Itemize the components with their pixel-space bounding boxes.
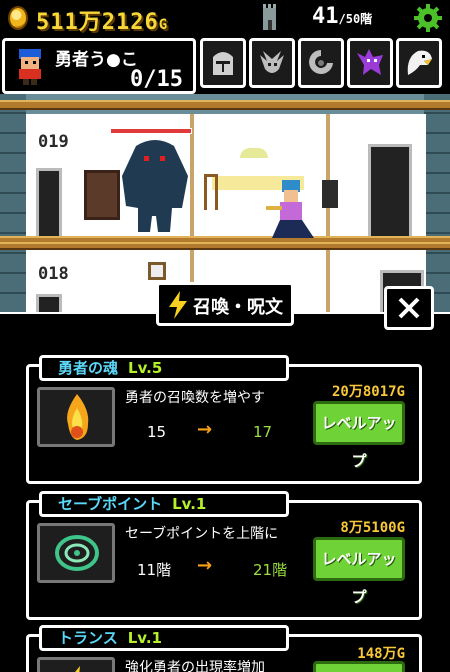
skill-cost: 148万G — [357, 646, 405, 662]
skill-card-trance: トランス Lv.1 強化勇者の出現率増加 148万G — [26, 625, 422, 672]
top-hud: 511万2126G 41/50階 — [0, 0, 450, 36]
tv-cabinet — [84, 170, 120, 220]
lightning-icon — [169, 291, 187, 319]
gold-coin-icon — [8, 6, 28, 30]
summoned-hero-sprite[interactable] — [262, 178, 320, 242]
tower-icon — [263, 4, 276, 30]
lightning-icon — [75, 666, 80, 672]
wall-clock-icon — [148, 262, 166, 280]
skill-cost: 20万8017G — [331, 384, 405, 400]
hero-avatar — [19, 49, 41, 85]
panel-title-box: 召喚・呪文 — [156, 282, 294, 326]
room-number: 018 — [38, 264, 69, 284]
skill-icon-box — [37, 657, 115, 672]
skill-title: トランス Lv.1 — [39, 625, 289, 651]
arrow-right-icon: → — [197, 419, 213, 440]
close-icon — [398, 297, 420, 319]
skill-description: セーブポイントを上階に — [125, 526, 279, 542]
stone-wall-right — [424, 94, 450, 316]
blue-ogre-monster[interactable] — [118, 136, 192, 232]
skill-cost: 8万5100G — [340, 520, 405, 536]
skill-icon-box — [37, 387, 115, 447]
skill-card-save-point: セーブポイント Lv.1 セーブポイントを上階に 11階 → 21階 8万5100… — [26, 491, 422, 620]
ceiling-beam — [0, 100, 450, 110]
hero-panel[interactable]: 勇者う●こ 0/15 — [2, 38, 196, 94]
room-number: 019 — [38, 132, 69, 152]
flame-soul-icon — [67, 394, 89, 440]
wall-post — [326, 250, 330, 316]
room-door-right — [368, 144, 412, 240]
skill-icon-box — [37, 523, 115, 583]
skill-title: 勇者の魂 Lv.5 — [39, 355, 289, 381]
panel-title: 召喚・呪文 — [193, 297, 283, 318]
skill-title: セーブポイント Lv.1 — [39, 491, 289, 517]
monster-slot-dragon[interactable] — [249, 38, 295, 88]
room-upper: 019 — [26, 114, 426, 240]
skill-next-value: 17 — [253, 423, 273, 441]
floor-beam — [0, 242, 450, 250]
level-up-button[interactable]: レベルアップ — [313, 537, 405, 606]
wolf-icon — [357, 49, 383, 75]
skill-description: 強化勇者の出現率増加 — [125, 660, 265, 672]
skill-next-value: 21階 — [253, 561, 288, 579]
monster-slot-wolf[interactable] — [347, 38, 393, 88]
arrow-right-icon: → — [197, 555, 213, 576]
dragon-icon — [260, 51, 284, 73]
eagle-icon — [407, 50, 432, 75]
skill-current-value: 11階 — [137, 561, 172, 579]
monster-slot-serpent[interactable] — [298, 38, 344, 88]
monster-slot-knight[interactable] — [200, 38, 246, 88]
serpent-icon — [309, 50, 333, 74]
ceiling-lamp-icon — [240, 148, 268, 158]
hero-name: 勇者う●こ — [55, 50, 138, 70]
skill-card-hero-soul: 勇者の魂 Lv.5 勇者の召喚数を増やす 15 → 17 20万8017G レベル… — [26, 355, 422, 484]
green-swirl-icon — [55, 535, 99, 571]
enemy-hp-bar — [110, 128, 192, 134]
level-up-button[interactable]: レベルアップ — [313, 401, 405, 470]
chair-icon — [204, 174, 218, 210]
skill-description: 勇者の召喚数を増やす — [125, 390, 265, 406]
skill-current-value: 15 — [147, 423, 167, 441]
stone-wall-left — [0, 94, 26, 316]
hero-count: 0/15 — [130, 67, 183, 92]
floor-counter: 41/50階 — [312, 4, 373, 29]
knight-helmet-icon — [213, 52, 233, 75]
close-button[interactable] — [384, 286, 434, 330]
level-up-button[interactable] — [313, 661, 405, 672]
gold-amount: 511万2126G — [36, 10, 169, 35]
wall-post — [326, 114, 330, 240]
room-door — [36, 168, 62, 240]
phone-stand-icon — [322, 180, 338, 208]
gear-icon[interactable] — [414, 4, 442, 32]
monster-slot-eagle[interactable] — [396, 38, 442, 88]
